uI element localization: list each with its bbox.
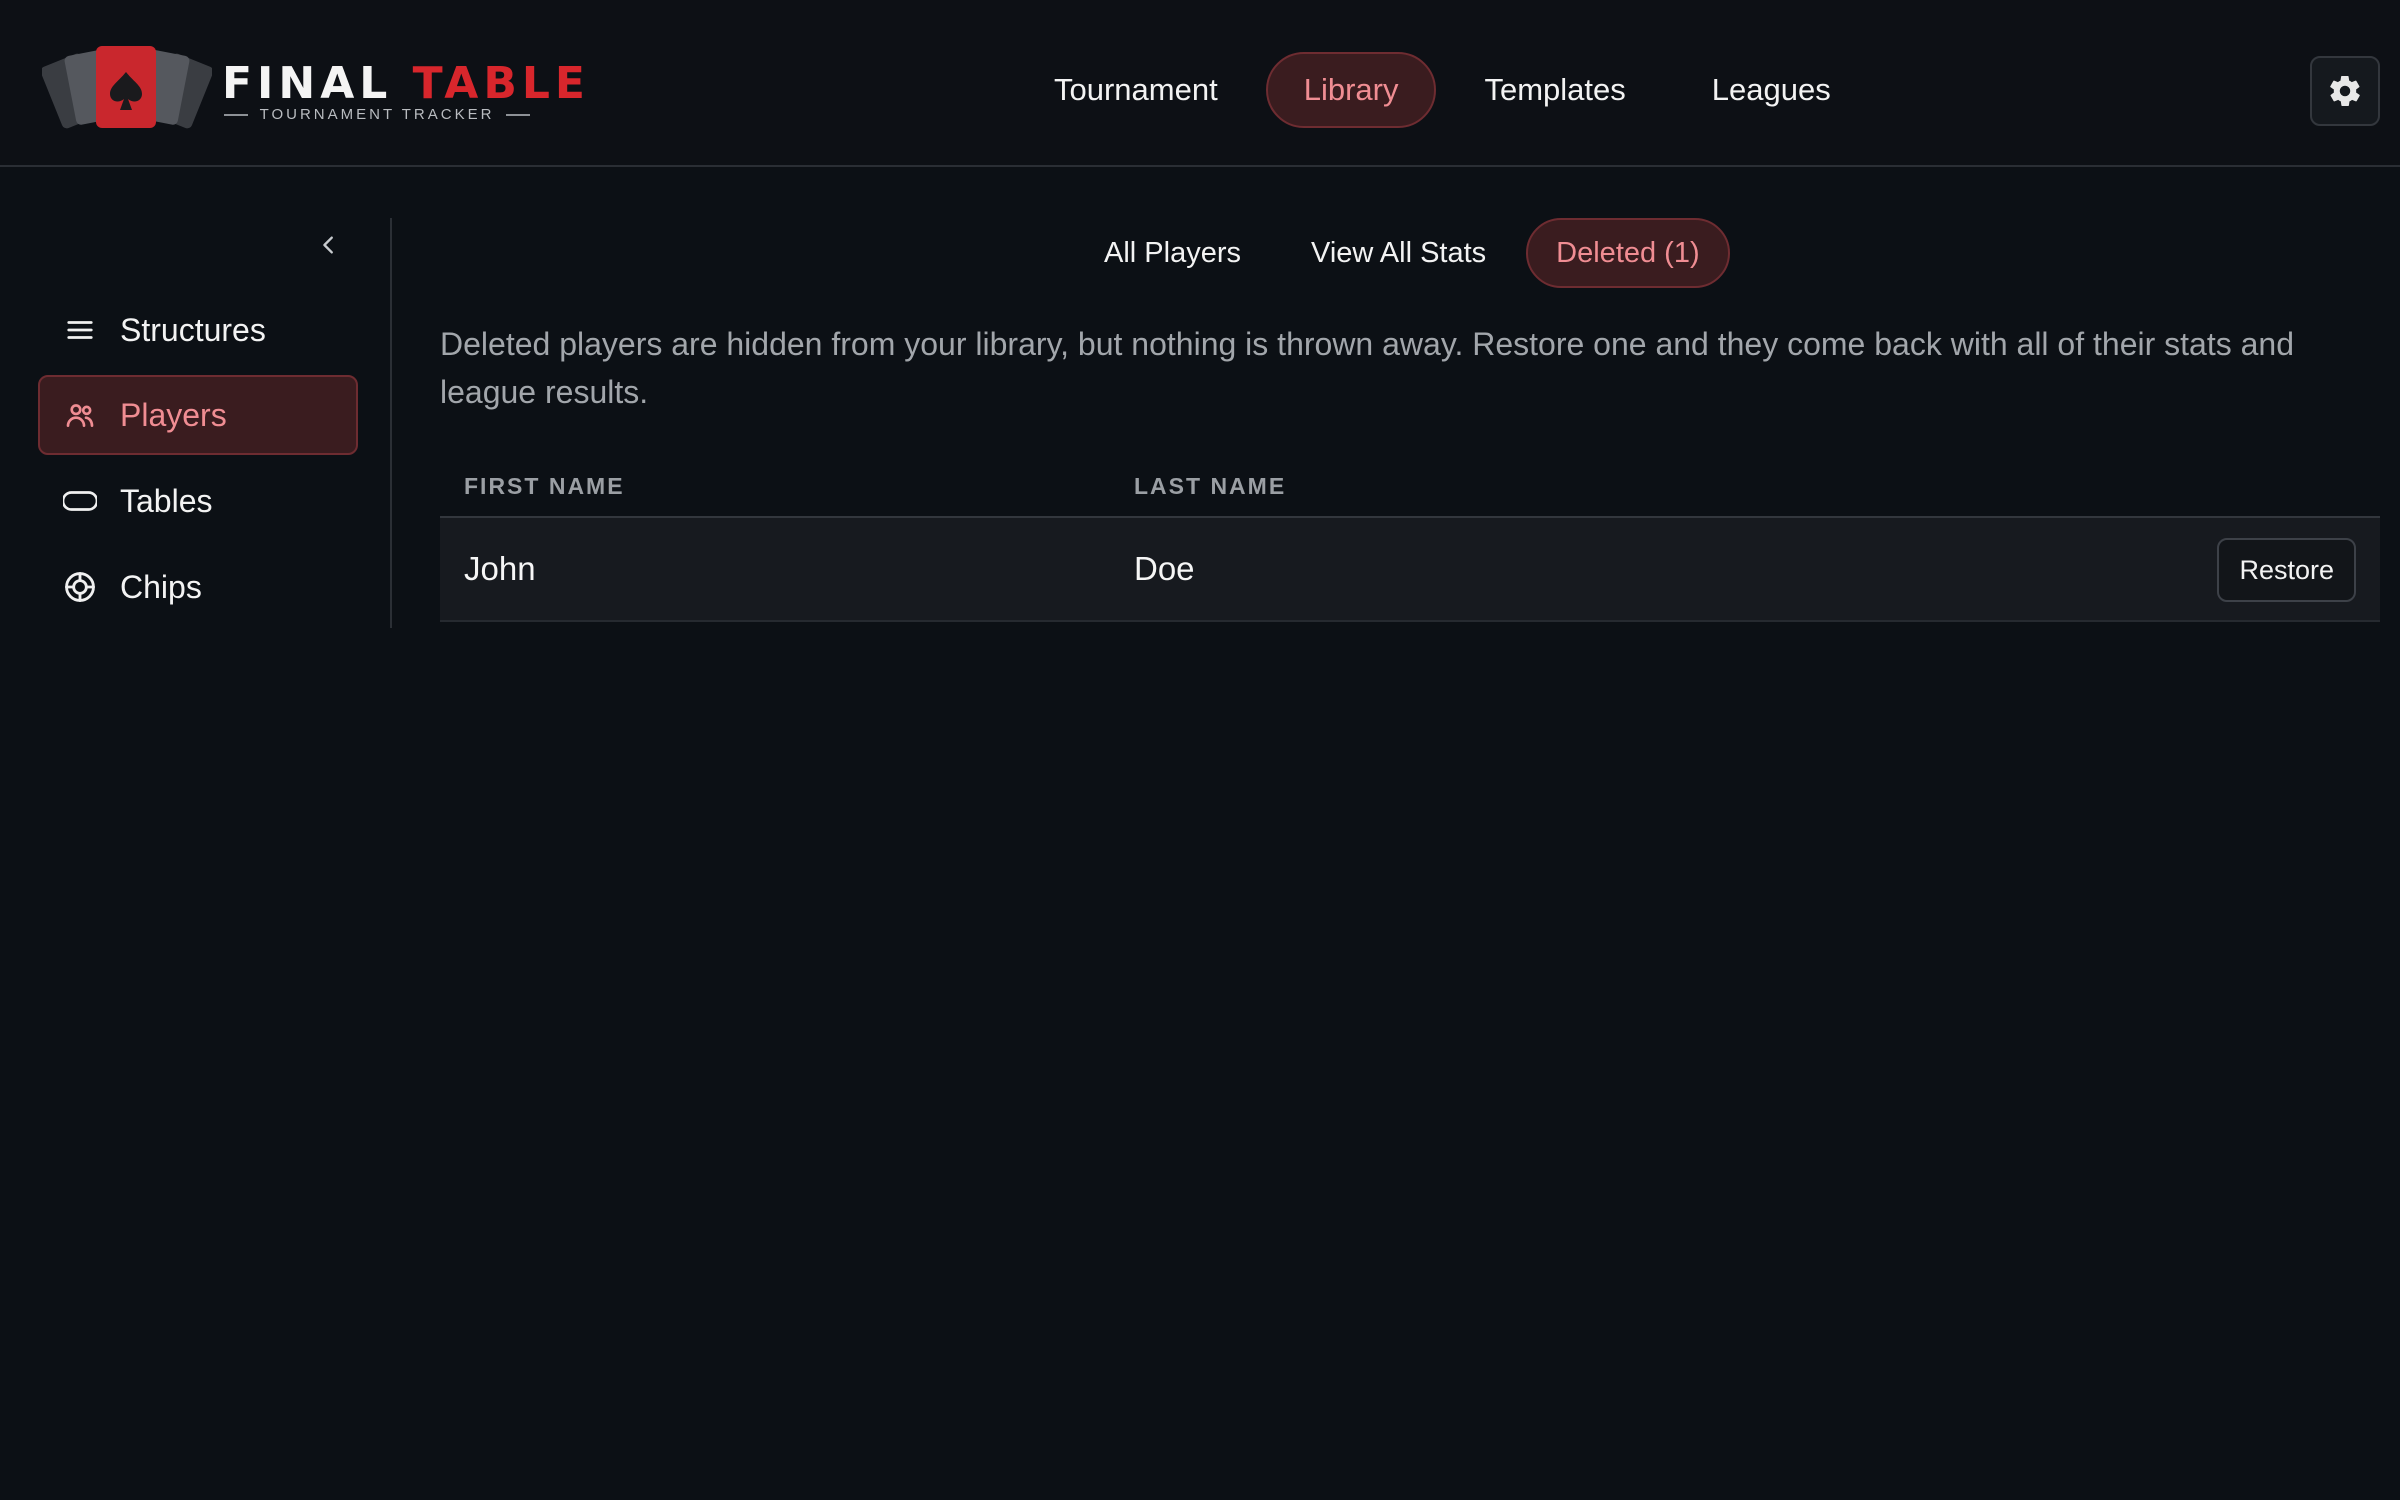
brand-subtitle-text: TOURNAMENT TRACKER: [259, 106, 495, 123]
chevron-left-icon: [323, 236, 333, 254]
cell-first-name: John: [464, 550, 536, 587]
sidebar-item-structures[interactable]: Structures: [38, 290, 358, 370]
top-nav: Tournament Library Templates Leagues: [1016, 52, 1869, 128]
list-icon: [62, 312, 98, 348]
sidebar-item-chips[interactable]: Chips: [38, 547, 358, 627]
sidebar-item-players[interactable]: Players: [38, 375, 358, 455]
column-header-first-name: FIRST NAME: [464, 472, 625, 499]
sidebar-item-label: Structures: [120, 311, 266, 348]
sidebar-item-tables[interactable]: Tables: [38, 461, 358, 541]
brand-word-final: FINAL: [222, 58, 393, 109]
table-row: John Doe Restore: [440, 518, 2380, 622]
playing-cards-logo-icon: [42, 46, 212, 129]
library-sidebar: Structures Players Tables Chips: [0, 168, 392, 628]
gear-icon: [2330, 75, 2360, 107]
settings-button[interactable]: [2310, 56, 2380, 126]
sidebar-item-label: Players: [120, 396, 227, 433]
tab-all-players[interactable]: All Players: [1074, 218, 1271, 288]
users-icon: [62, 397, 98, 433]
table-header: FIRST NAME LAST NAME: [440, 456, 2380, 518]
tab-deleted[interactable]: Deleted (1): [1526, 218, 1730, 288]
nav-templates[interactable]: Templates: [1446, 52, 1663, 128]
sidebar-divider: [390, 218, 392, 628]
nav-library[interactable]: Library: [1265, 52, 1437, 128]
restore-button[interactable]: Restore: [2217, 538, 2356, 602]
table-icon: [62, 483, 98, 519]
brand-logo[interactable]: FINAL TABLE TOURNAMENT TRACKER: [42, 44, 585, 134]
sidebar-collapse-button[interactable]: [312, 228, 346, 262]
app-header: FINAL TABLE TOURNAMENT TRACKER Tournamen…: [0, 0, 2400, 167]
brand-rule-right: [506, 113, 531, 116]
nav-leagues[interactable]: Leagues: [1674, 52, 1869, 128]
brand-name: FINAL TABLE: [222, 58, 590, 109]
column-header-last-name: LAST NAME: [1134, 472, 1287, 499]
players-subtabs: All Players View All Stats Deleted (1): [1074, 218, 1730, 288]
deleted-players-table: FIRST NAME LAST NAME John Doe Restore: [440, 456, 2380, 622]
chip-icon: [62, 569, 98, 605]
deleted-info-text: Deleted players are hidden from your lib…: [440, 326, 2294, 410]
brand-subtitle: TOURNAMENT TRACKER: [224, 106, 531, 123]
brand-word-table: TABLE: [412, 58, 590, 109]
nav-tournament[interactable]: Tournament: [1016, 52, 1256, 128]
tab-view-all-stats[interactable]: View All Stats: [1281, 218, 1516, 288]
sidebar-item-label: Tables: [120, 482, 213, 519]
brand-rule-left: [224, 113, 248, 116]
cell-last-name: Doe: [1134, 550, 1195, 587]
sidebar-item-label: Chips: [120, 568, 202, 605]
